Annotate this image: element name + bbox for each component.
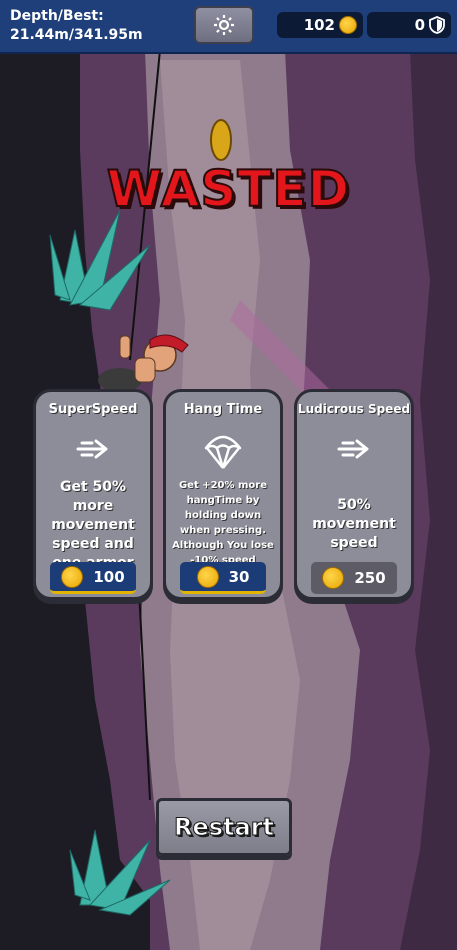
- armor-count: 0: [414, 16, 425, 34]
- upgrade-card-hang-time[interactable]: Hang Time Get +20% more hangTime by hold…: [163, 389, 283, 600]
- armor-counter: 0: [367, 12, 451, 38]
- speed-arrows-icon: [297, 436, 411, 462]
- upgrade-description: Get 50% more movement speed and one armo…: [51, 479, 135, 571]
- speed-arrows-icon: [36, 436, 150, 462]
- depth-readout: Depth/Best: 21.44m/341.95m: [10, 7, 143, 45]
- upgrade-card-ludicrous-speed[interactable]: Ludicrous Speed 50% movement speed 250: [294, 389, 414, 600]
- upgrade-description: 50% movement speed: [312, 497, 396, 551]
- buy-superspeed-button[interactable]: 100: [50, 562, 136, 594]
- upgrade-price: 30: [228, 567, 250, 586]
- gear-icon: [214, 15, 234, 35]
- coin-icon: [61, 565, 84, 588]
- upgrade-price: 100: [93, 567, 125, 586]
- upgrade-title: Ludicrous Speed: [297, 402, 411, 416]
- depth-label: Depth/Best:: [10, 8, 104, 24]
- buy-hang-time-button[interactable]: 30: [180, 562, 266, 594]
- upgrade-price: 250: [354, 569, 386, 587]
- coin-icon: [196, 565, 219, 588]
- coin-count: 102: [303, 16, 335, 34]
- depth-value: 21.44m/341.95m: [10, 27, 143, 43]
- buy-ludicrous-speed-button[interactable]: 250: [311, 562, 397, 594]
- upgrade-description: Get +20% more hangTime by holding down w…: [172, 480, 274, 566]
- parachute-icon: [166, 430, 280, 472]
- coin-icon: [339, 16, 357, 34]
- upgrade-title: Hang Time: [183, 402, 263, 417]
- settings-button[interactable]: [194, 6, 254, 44]
- upgrade-card-superspeed[interactable]: SuperSpeed Get 50% more movement speed a…: [33, 389, 153, 600]
- wasted-banner: WASTED: [106, 159, 351, 219]
- coin-icon: [322, 567, 345, 589]
- upgrade-title: SuperSpeed: [48, 402, 138, 417]
- shield-icon: [429, 16, 445, 34]
- restart-button[interactable]: Restart: [156, 798, 292, 856]
- top-hud: Depth/Best: 21.44m/341.95m 102 0: [0, 0, 457, 54]
- coin-counter: 102: [277, 12, 363, 38]
